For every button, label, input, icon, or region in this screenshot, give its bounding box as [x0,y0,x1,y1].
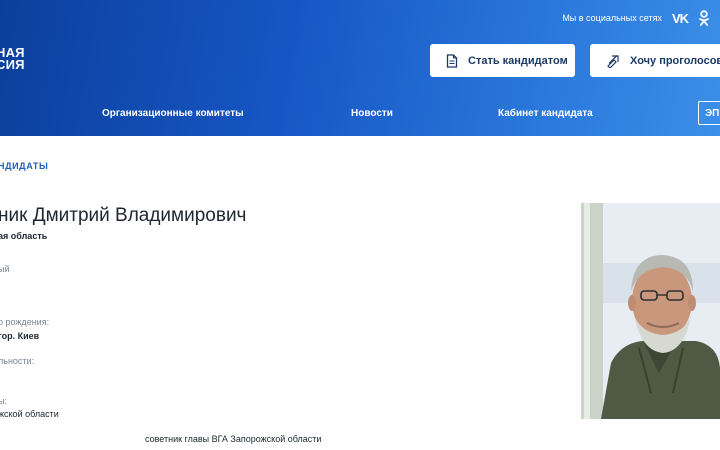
nav-box-button[interactable]: ЭП [698,101,720,125]
want-to-vote-button[interactable]: Хочу проголосовать [590,44,720,77]
candidate-name: ник Дмитрий Владимирович [0,205,247,226]
position-value: советник главы ВГА Запорожской области [145,434,322,444]
work-label: ы: [0,396,7,406]
logo-line-2: сия [0,57,25,72]
social-label: Мы в социальных сетях [562,13,662,23]
occupation-label: льности: [0,356,35,366]
field-label-1: ый [0,264,10,274]
candidate-photo [581,203,720,419]
breadcrumb[interactable]: ндидаты [0,161,48,171]
site-logo[interactable]: ная сия [0,46,25,72]
vk-icon[interactable]: VK [672,11,689,26]
candidate-region: ая область [0,231,48,241]
ballot-icon [607,54,619,68]
become-candidate-label: Стать кандидатом [468,54,568,67]
odnoklassniki-icon[interactable] [698,10,710,26]
birthplace-value: гор. Киев [0,331,40,341]
site-header: ная сия Мы в социальных сетях VK Стать к… [0,0,720,136]
social-links: Мы в социальных сетях VK [562,10,710,26]
document-icon [446,53,458,68]
nav-item-candidate-cabinet[interactable]: Кабинет кандидата [498,108,593,119]
become-candidate-button[interactable]: Стать кандидатом [430,44,575,77]
nav-item-committees[interactable]: Организационные комитеты [102,108,244,119]
work-value: жской области [0,409,59,419]
want-to-vote-label: Хочу проголосовать [630,54,720,67]
nav-item-news[interactable]: Новости [351,108,393,119]
birthplace-label: о рождения: [0,317,50,327]
main-nav: Организационные комитеты Новости Кабинет… [0,108,720,122]
